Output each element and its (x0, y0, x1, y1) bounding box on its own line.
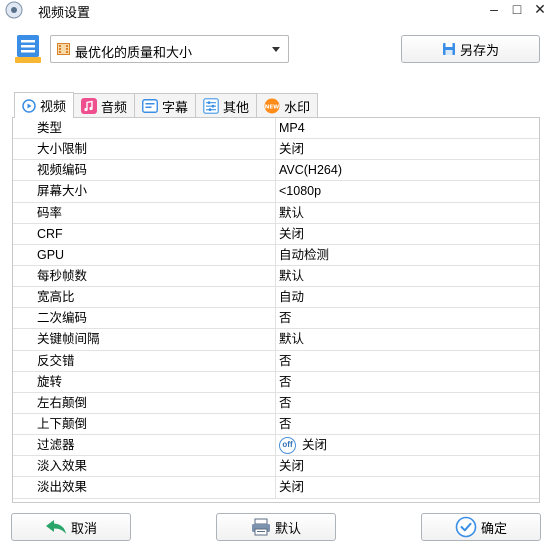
tab-subtitle-label: 字幕 (162, 99, 189, 115)
tab-other-label: 其他 (223, 99, 250, 115)
table-row[interactable]: 淡出效果 关闭 (13, 477, 539, 499)
setting-value[interactable]: 否 (276, 372, 539, 392)
setting-key: 上下颠倒 (13, 413, 276, 435)
tab-video[interactable]: 视频 (14, 92, 75, 118)
setting-key: 过滤器 (13, 435, 276, 456)
setting-key: 视频编码 (13, 160, 276, 181)
setting-key: 左右颠倒 (13, 392, 276, 413)
setting-key: 淡出效果 (13, 477, 276, 498)
tab-watermark[interactable]: NEW 水印 (256, 93, 319, 118)
table-row[interactable]: 大小限制 关闭 (13, 139, 539, 161)
setting-value[interactable]: 默认 (276, 266, 539, 286)
watermark-new-icon: NEW (264, 98, 280, 114)
settings-tabs: 视频 音频 字幕 其他 NEW 水印 (14, 92, 319, 118)
setting-value[interactable]: AVC(H264) (276, 160, 539, 180)
app-logo-icon (5, 1, 23, 19)
default-label: 默认 (274, 520, 301, 536)
setting-key: 码率 (13, 202, 276, 223)
setting-key: 宽高比 (13, 287, 276, 308)
setting-value[interactable]: 自动检测 (276, 245, 539, 265)
setting-key: GPU (13, 244, 276, 265)
minimize-button[interactable]: – (483, 0, 505, 20)
setting-value[interactable]: MP4 (276, 118, 539, 138)
setting-value[interactable]: 自动 (276, 287, 539, 307)
save-icon (442, 43, 455, 55)
title-bar: 视频设置 – □ ✕ (0, 0, 551, 20)
preset-icon (15, 35, 41, 63)
setting-value[interactable]: <1080p (276, 181, 539, 201)
window-title: 视频设置 (38, 5, 91, 20)
setting-key: CRF (13, 223, 276, 244)
film-icon (57, 43, 70, 55)
setting-value[interactable]: 否 (276, 351, 539, 371)
setting-value[interactable]: 否 (276, 414, 539, 434)
close-button[interactable]: ✕ (529, 0, 551, 20)
setting-value-with-toggle[interactable]: off 关闭 (276, 435, 539, 455)
table-row[interactable]: 码率 默认 (13, 202, 539, 224)
ok-label: 确定 (480, 520, 507, 536)
video-icon (22, 98, 36, 113)
table-row[interactable]: 宽高比 自动 (13, 287, 539, 309)
printer-icon (251, 518, 270, 536)
setting-key: 二次编码 (13, 308, 276, 329)
setting-value[interactable]: 否 (276, 308, 539, 328)
table-row[interactable]: CRF 关闭 (13, 223, 539, 245)
other-settings-icon (203, 98, 219, 114)
table-row[interactable]: 关键帧间隔 默认 (13, 329, 539, 351)
video-settings-table: 类型 MP4 大小限制 关闭 视频编码 AVC(H264) 屏幕大小 <1080p 码率… (12, 117, 540, 503)
table-row[interactable]: 二次编码否 (13, 308, 539, 330)
chevron-down-icon (272, 47, 280, 52)
setting-value: 关闭 (302, 438, 328, 453)
setting-value[interactable]: 关闭 (276, 477, 539, 497)
setting-value[interactable]: 默认 (276, 203, 539, 223)
save-as-button[interactable]: 另存为 (401, 35, 540, 63)
table-row[interactable]: 反交错否 (13, 350, 539, 372)
cancel-label: 取消 (70, 520, 97, 536)
table-row[interactable]: 屏幕大小 <1080p (13, 181, 539, 203)
table-row[interactable]: 类型 MP4 (13, 118, 539, 140)
setting-key: 淡入效果 (13, 456, 276, 477)
music-icon (81, 98, 98, 114)
setting-key: 旋转 (13, 371, 276, 392)
tab-video-label: 视频 (40, 99, 67, 114)
table-row[interactable]: 上下颠倒否 (13, 413, 539, 436)
tab-watermark-label: 水印 (284, 99, 311, 115)
preset-selected-value: 最优化的质量和大小 (75, 45, 193, 60)
setting-value[interactable]: 否 (276, 393, 539, 413)
table-row[interactable]: 左右颠倒否 (13, 392, 539, 414)
tab-subtitle[interactable]: 字幕 (134, 93, 197, 118)
watermark-new-badge: NEW (265, 104, 279, 110)
table-row[interactable]: 淡入效果 关闭 (13, 456, 539, 478)
setting-key: 类型 (13, 118, 276, 139)
off-toggle-icon[interactable]: off (279, 436, 296, 454)
maximize-button[interactable]: □ (506, 0, 528, 20)
table-row[interactable]: 每秒帧数 默认 (13, 265, 539, 288)
setting-value[interactable]: 关闭 (276, 224, 539, 244)
tab-audio[interactable]: 音频 (73, 93, 136, 118)
cancel-button[interactable]: 取消 (11, 513, 131, 541)
checkmark-icon (455, 516, 477, 538)
setting-key: 每秒帧数 (13, 265, 276, 287)
setting-key: 关键帧间隔 (13, 329, 276, 350)
setting-value[interactable]: 关闭 (276, 456, 539, 476)
table-row[interactable]: GPU 自动检测 (13, 244, 539, 266)
subtitle-icon (142, 99, 158, 113)
tab-audio-label: 音频 (101, 99, 128, 115)
tab-other[interactable]: 其他 (195, 93, 258, 118)
setting-value[interactable]: 关闭 (276, 139, 539, 159)
setting-key: 反交错 (13, 350, 276, 371)
save-as-label: 另存为 (459, 42, 499, 58)
table-row[interactable]: 视频编码 AVC(H264) (13, 160, 539, 182)
table-row[interactable]: 旋转否 (13, 371, 539, 393)
preset-dropdown[interactable]: 最优化的质量和大小 (50, 35, 289, 63)
setting-value[interactable]: 默认 (276, 329, 539, 349)
setting-key: 大小限制 (13, 139, 276, 160)
back-arrow-icon (45, 520, 66, 534)
ok-button[interactable]: 确定 (421, 513, 541, 541)
table-row[interactable]: 过滤器 off 关闭 (13, 435, 539, 457)
default-button[interactable]: 默认 (216, 513, 336, 541)
setting-key: 屏幕大小 (13, 181, 276, 202)
